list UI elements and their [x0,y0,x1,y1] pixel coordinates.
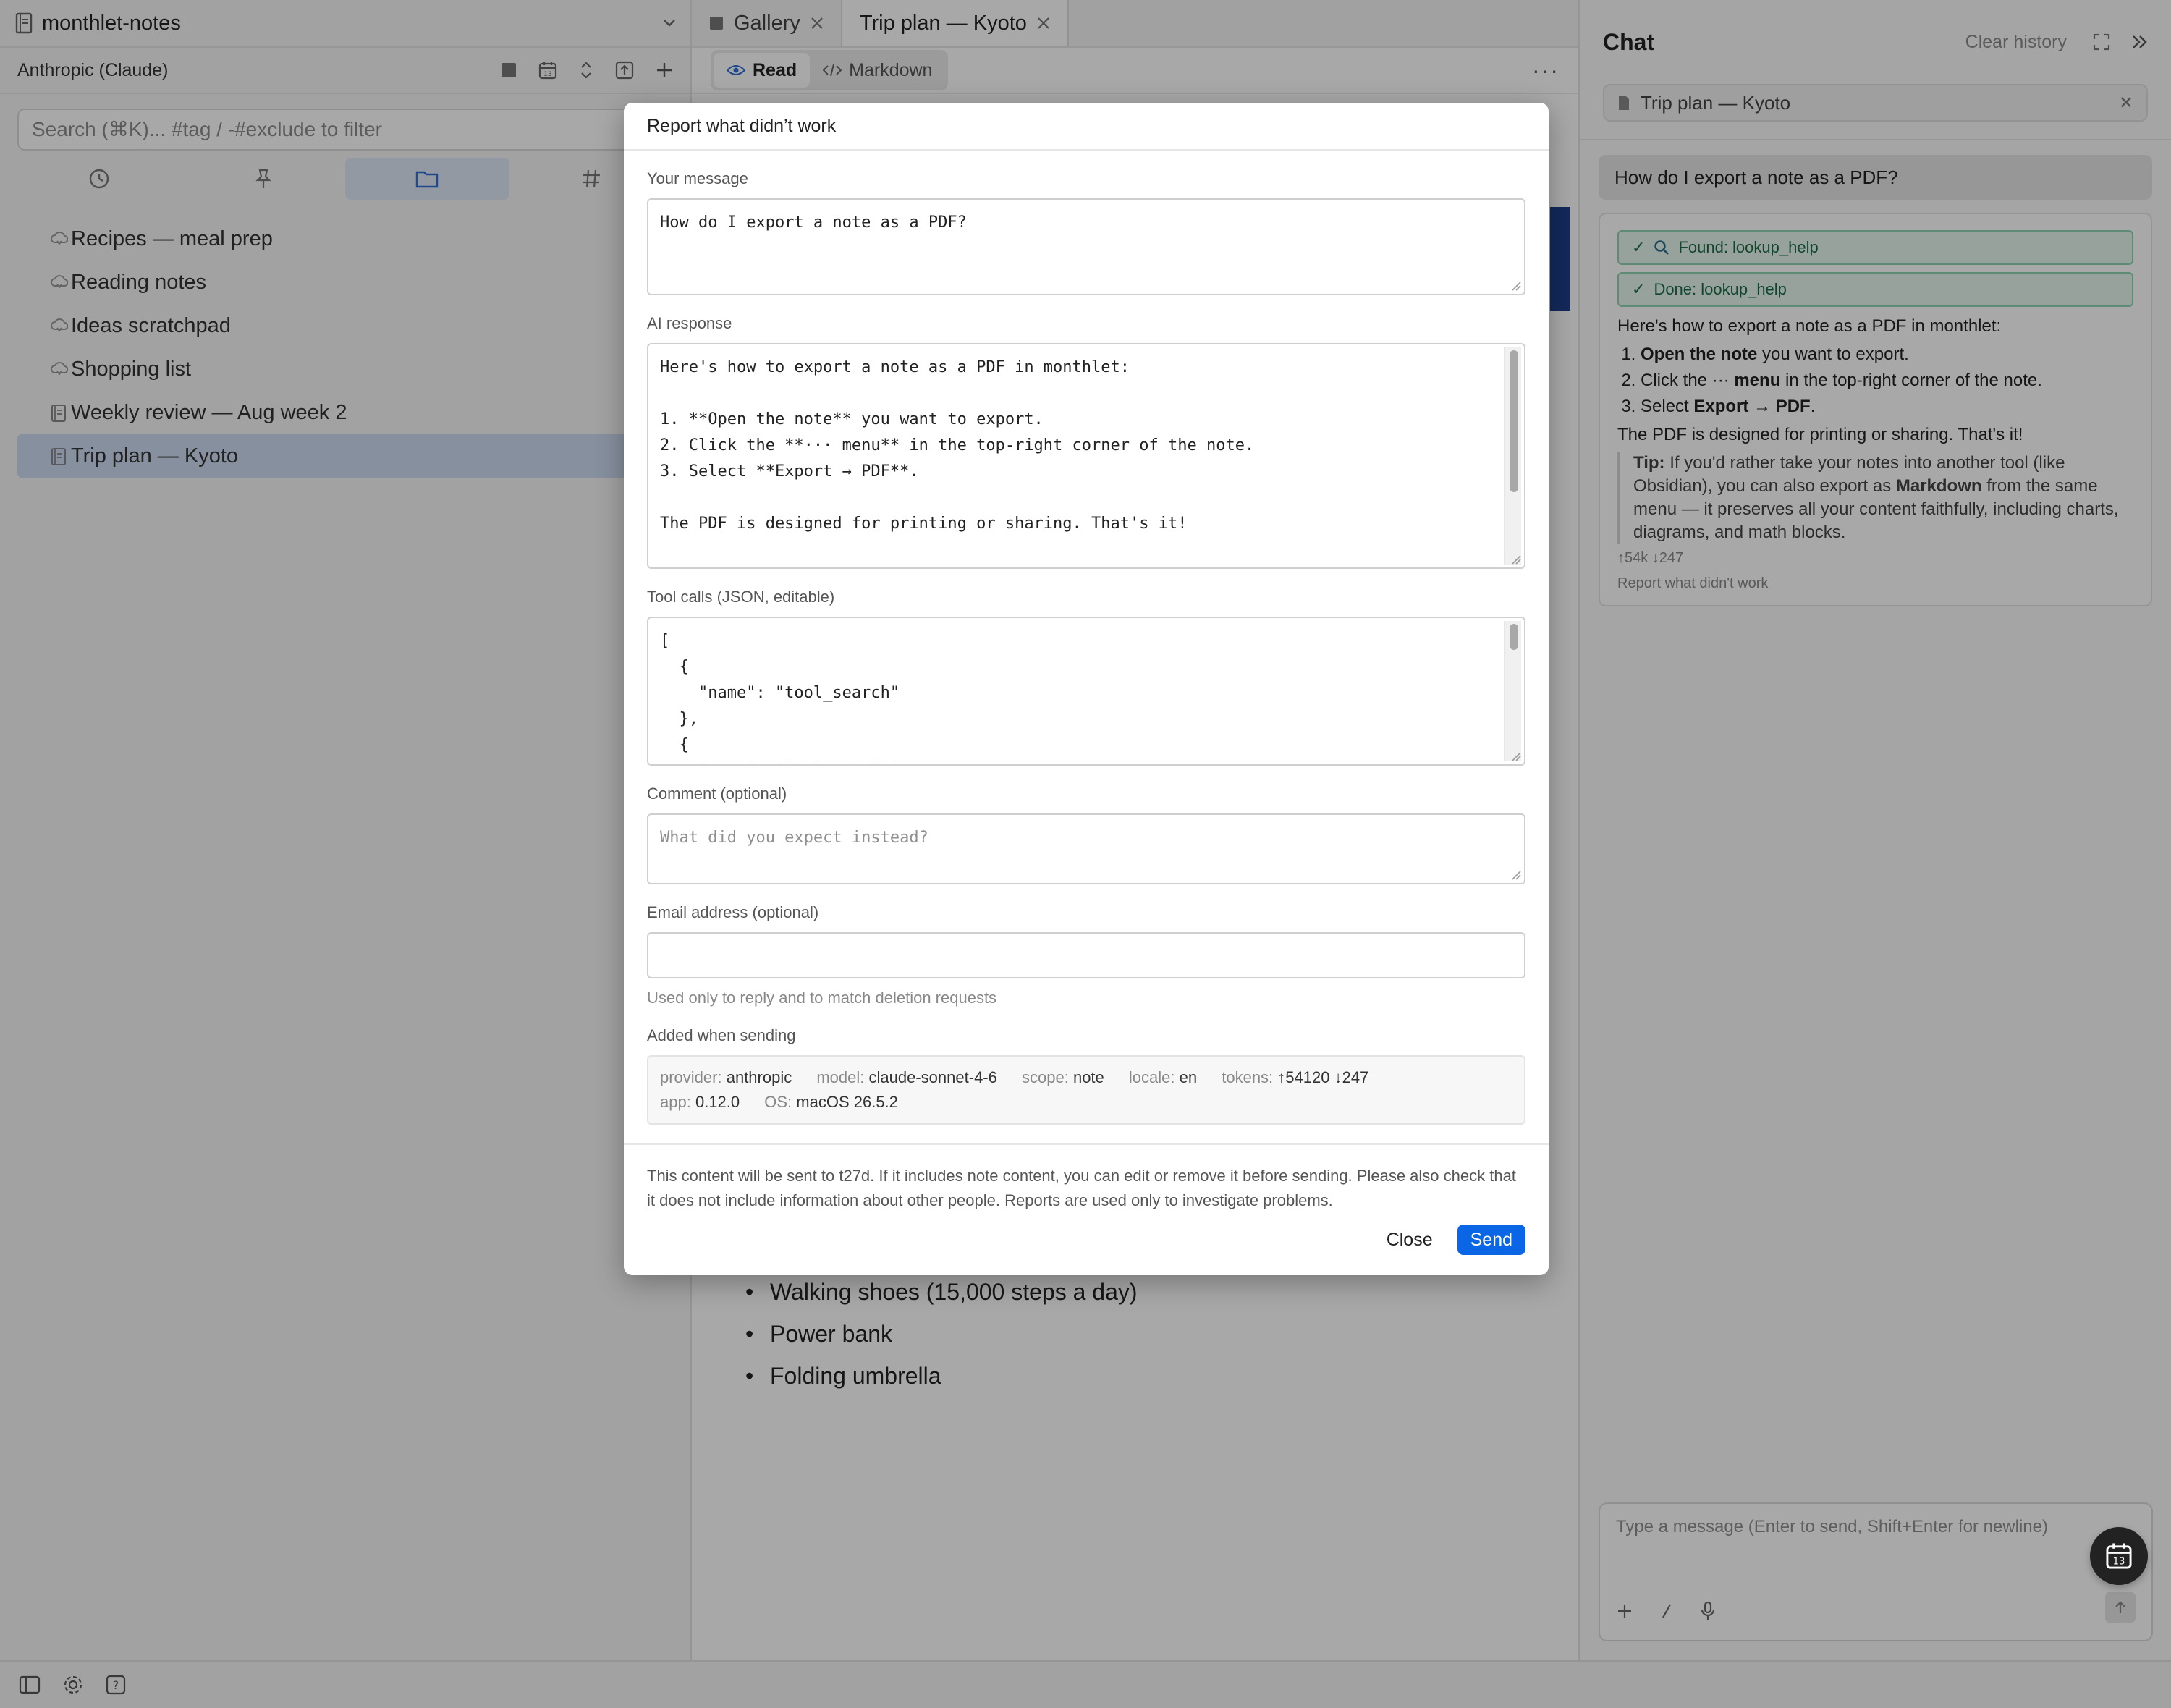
message-value: How do I export a note as a PDF? [660,214,967,232]
message-textarea[interactable]: How do I export a note as a PDF? [647,198,1525,295]
scrollbar[interactable] [1504,347,1521,565]
calendar-fab[interactable]: 13 [2090,1527,2148,1585]
resize-grip-icon[interactable] [1510,750,1521,761]
tool-calls-label: Tool calls (JSON, editable) [647,588,835,606]
calendar-icon: 13 [2105,1542,2133,1570]
send-metadata: provider: anthropic model: claude-sonnet… [647,1055,1525,1125]
dialog-footer: This content will be sent to t27d. If it… [624,1143,1549,1255]
ai-response-label: AI response [647,314,732,332]
comment-placeholder: What did you expect instead? [660,829,928,847]
ai-response-value: Here's how to export a note as a PDF in … [660,358,1475,567]
email-field[interactable] [647,932,1525,978]
privacy-note: This content will be sent to t27d. If it… [647,1167,1516,1209]
tool-calls-textarea[interactable]: [ { "name": "tool_search" }, { "name": "… [647,617,1525,766]
added-when-sending-label: Added when sending [647,1026,796,1044]
scrollbar-thumb[interactable] [1510,624,1518,650]
report-dialog: Report what didn’t work Your message How… [624,103,1549,1275]
tool-calls-value: [ { "name": "tool_search" }, { "name": "… [660,632,900,764]
comment-label: Comment (optional) [647,785,787,803]
email-label: Email address (optional) [647,903,819,921]
dialog-title: Report what didn’t work [624,103,1549,151]
message-label: Your message [647,169,748,187]
send-button[interactable]: Send [1457,1225,1525,1255]
ai-response-textarea[interactable]: Here's how to export a note as a PDF in … [647,343,1525,569]
resize-grip-icon[interactable] [1510,553,1521,565]
scrollbar[interactable] [1504,621,1521,761]
svg-text:13: 13 [2113,1557,2125,1568]
comment-textarea[interactable]: What did you expect instead? [647,813,1525,884]
close-button[interactable]: Close [1387,1230,1433,1251]
email-hint: Used only to reply and to match deletion… [647,989,997,1007]
resize-grip-icon[interactable] [1510,279,1521,291]
resize-grip-icon[interactable] [1510,868,1521,880]
scrollbar-thumb[interactable] [1510,350,1518,492]
